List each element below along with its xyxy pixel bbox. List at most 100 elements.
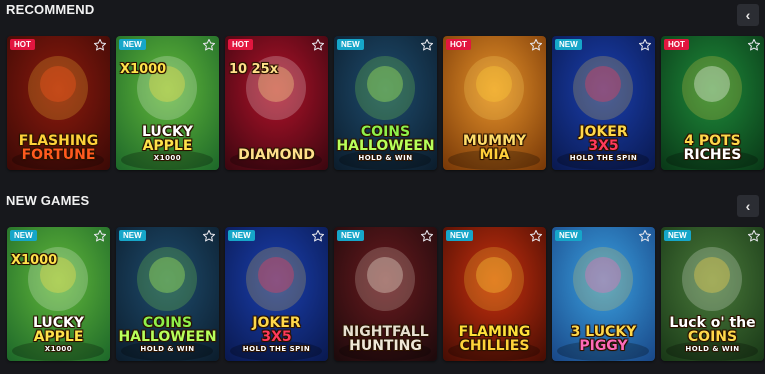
status-badge: NEW — [337, 230, 364, 241]
game-row: NEW X1000 LUCKY APPLE X1000 NEW COINS HALLOWEEN… — [7, 227, 764, 361]
game-title-line2: MIA — [479, 147, 510, 163]
game-title-line1: MUMMY — [462, 133, 527, 149]
game-card[interactable]: HOT 10 25x DIAMOND — [225, 36, 328, 170]
game-logo: JOKER 3X5 HOLD THE SPIN — [227, 316, 326, 353]
favorite-star-icon[interactable] — [93, 38, 107, 52]
status-badge: NEW — [119, 230, 146, 241]
status-badge: NEW — [337, 39, 364, 50]
game-title-line2: RICHES — [683, 147, 742, 163]
recommend-section: RECOMMEND ‹ HOT FLASHING FORTUNE NEW X1000 LU… — [0, 0, 765, 182]
new-games-section: NEW GAMES ‹ NEW X1000 LUCKY APPLE X1000 NEW CO… — [0, 191, 765, 374]
favorite-star-icon[interactable] — [638, 38, 652, 52]
favorite-star-icon[interactable] — [311, 38, 325, 52]
game-title-line1: 3 LUCKY — [570, 324, 637, 340]
game-card[interactable]: HOT 4 POTS RICHES — [661, 36, 764, 170]
game-title-line2: DIAMOND — [238, 147, 315, 163]
game-title-line1: FLAMING — [458, 324, 531, 340]
game-title-line2: CHILLIES — [459, 338, 530, 354]
status-badge: NEW — [555, 39, 582, 50]
game-title-line2: 3X5 — [261, 329, 292, 345]
game-logo: MUMMY MIA — [445, 134, 544, 162]
game-logo: Luck o' the COINS HOLD & WIN — [663, 316, 762, 353]
game-subtitle: HOLD & WIN — [358, 154, 413, 162]
game-logo: LUCKY APPLE X1000 — [118, 125, 217, 162]
game-title-line2: APPLE — [33, 329, 84, 345]
game-title-line2: HALLOWEEN — [118, 329, 217, 345]
status-badge: NEW — [228, 230, 255, 241]
game-title-line2: 3X5 — [588, 138, 619, 154]
game-title-line2: APPLE — [142, 138, 193, 154]
game-title-line2: PIGGY — [579, 338, 628, 354]
favorite-star-icon[interactable] — [529, 229, 543, 243]
chevron-left-icon: ‹ — [745, 7, 751, 23]
favorite-star-icon[interactable] — [311, 229, 325, 243]
game-card[interactable]: HOT FLASHING FORTUNE — [7, 36, 110, 170]
status-badge: NEW — [555, 230, 582, 241]
game-title-line1: Luck o' the — [669, 315, 756, 331]
game-title-line1: JOKER — [252, 315, 301, 331]
game-card[interactable]: HOT MUMMY MIA — [443, 36, 546, 170]
game-card[interactable]: NEW Luck o' the COINS HOLD & WIN — [661, 227, 764, 361]
game-logo-extra: X1000 — [11, 253, 58, 268]
game-card[interactable]: NEW X1000 LUCKY APPLE X1000 — [116, 36, 219, 170]
game-card[interactable]: NEW COINS HALLOWEEN HOLD & WIN — [334, 36, 437, 170]
status-badge: NEW — [10, 230, 37, 241]
game-logo: FLASHING FORTUNE — [9, 134, 108, 162]
game-title-line1: LUCKY — [32, 315, 85, 331]
game-card[interactable]: NEW X1000 LUCKY APPLE X1000 — [7, 227, 110, 361]
game-subtitle: HOLD THE SPIN — [242, 345, 311, 353]
game-title-line1: NIGHTFALL — [342, 324, 429, 340]
status-badge: HOT — [228, 39, 253, 50]
favorite-star-icon[interactable] — [420, 229, 434, 243]
game-card[interactable]: NEW FLAMING CHILLIES — [443, 227, 546, 361]
favorite-star-icon[interactable] — [529, 38, 543, 52]
game-card[interactable]: NEW COINS HALLOWEEN HOLD & WIN — [116, 227, 219, 361]
carousel-prev-button[interactable]: ‹ — [737, 4, 759, 26]
game-card[interactable]: NEW JOKER 3X5 HOLD THE SPIN — [552, 36, 655, 170]
game-card[interactable]: NEW JOKER 3X5 HOLD THE SPIN — [225, 227, 328, 361]
favorite-star-icon[interactable] — [202, 229, 216, 243]
game-title-line1: COINS — [142, 315, 193, 331]
game-logo: LUCKY APPLE X1000 — [9, 316, 108, 353]
favorite-star-icon[interactable] — [202, 38, 216, 52]
game-logo-extra: X1000 — [120, 62, 167, 77]
game-subtitle: HOLD & WIN — [140, 345, 195, 353]
game-title-line1: JOKER — [579, 124, 628, 140]
game-card[interactable]: NEW 3 LUCKY PIGGY — [552, 227, 655, 361]
game-title-line1: FLASHING — [18, 133, 99, 149]
favorite-star-icon[interactable] — [638, 229, 652, 243]
game-subtitle: HOLD THE SPIN — [569, 154, 638, 162]
game-logo: COINS HALLOWEEN HOLD & WIN — [118, 316, 217, 353]
favorite-star-icon[interactable] — [93, 229, 107, 243]
game-logo: DIAMOND — [227, 148, 326, 162]
favorite-star-icon[interactable] — [747, 38, 761, 52]
status-badge: NEW — [446, 230, 473, 241]
game-logo: COINS HALLOWEEN HOLD & WIN — [336, 125, 435, 162]
game-logo: FLAMING CHILLIES — [445, 325, 544, 353]
game-subtitle: X1000 — [153, 154, 182, 162]
favorite-star-icon[interactable] — [747, 229, 761, 243]
game-logo: 4 POTS RICHES — [663, 134, 762, 162]
status-badge: NEW — [664, 230, 691, 241]
game-title-line2: HALLOWEEN — [336, 138, 435, 154]
status-badge: HOT — [446, 39, 471, 50]
game-subtitle: X1000 — [44, 345, 73, 353]
status-badge: HOT — [664, 39, 689, 50]
carousel-prev-button[interactable]: ‹ — [737, 195, 759, 217]
game-title-line1: COINS — [360, 124, 411, 140]
game-title-line2: HUNTING — [349, 338, 422, 354]
status-badge: NEW — [119, 39, 146, 50]
game-logo-extra: 10 25x — [229, 62, 279, 77]
game-title-line1: 4 POTS — [684, 133, 741, 149]
status-badge: HOT — [10, 39, 35, 50]
section-title: NEW GAMES — [6, 193, 90, 208]
game-logo: JOKER 3X5 HOLD THE SPIN — [554, 125, 653, 162]
game-title-line2: FORTUNE — [21, 147, 96, 163]
game-subtitle: HOLD & WIN — [685, 345, 740, 353]
game-logo: NIGHTFALL HUNTING — [336, 325, 435, 353]
game-card[interactable]: NEW NIGHTFALL HUNTING — [334, 227, 437, 361]
game-title-line1: LUCKY — [141, 124, 194, 140]
section-title: RECOMMEND — [6, 2, 95, 17]
game-logo: 3 LUCKY PIGGY — [554, 325, 653, 353]
favorite-star-icon[interactable] — [420, 38, 434, 52]
